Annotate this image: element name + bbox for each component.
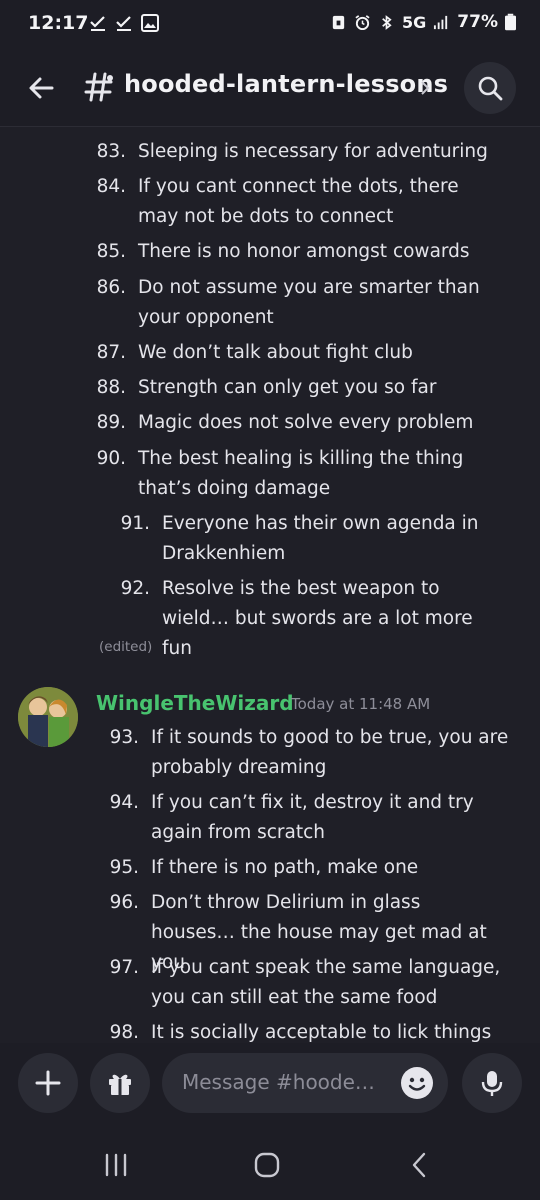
image-icon xyxy=(141,14,159,32)
list-text: If it sounds to good to be true, you are… xyxy=(151,727,509,778)
list-number: 90. xyxy=(96,448,126,469)
emoji-icon[interactable] xyxy=(400,1066,434,1100)
microphone-icon xyxy=(481,1071,503,1096)
list-number: 93. xyxy=(109,727,139,748)
list-text: If you cant connect the dots, there may … xyxy=(138,176,459,227)
network-type: 5G xyxy=(402,12,427,32)
check-icon xyxy=(116,16,131,31)
gift-icon xyxy=(109,1074,131,1095)
chevron-right-icon[interactable] xyxy=(418,79,432,97)
edited-label: (edited) xyxy=(99,639,153,655)
list-number: 86. xyxy=(96,277,126,298)
list-number: 88. xyxy=(96,377,126,398)
list-text: The best healing is killing the thing th… xyxy=(138,448,464,499)
list-number: 91. xyxy=(120,513,150,534)
signal-icon xyxy=(434,15,448,29)
list-text: Sleeping is necessary for adventuring xyxy=(138,141,488,162)
list-text: Everyone has their own agenda in Drakken… xyxy=(162,513,479,564)
list-text: If there is no path, make one xyxy=(151,857,419,878)
list-number: 96. xyxy=(109,892,139,913)
list-number: 92. xyxy=(120,578,150,599)
alarm-icon xyxy=(355,14,370,30)
bluetooth-icon xyxy=(382,14,392,30)
message-timestamp: Today at 11:48 AM xyxy=(291,695,431,713)
system-navigation-bar xyxy=(0,1128,540,1200)
list-number: 87. xyxy=(96,342,126,363)
check-icon xyxy=(90,16,105,31)
home-icon[interactable] xyxy=(252,1150,282,1180)
list-text: Magic does not solve every problem xyxy=(138,412,474,433)
list-text: It is socially acceptable to lick things xyxy=(151,1022,492,1043)
list-number: 95. xyxy=(109,857,139,878)
search-button[interactable] xyxy=(464,62,516,114)
list-number: 85. xyxy=(96,241,126,262)
list-text: There is no honor amongst cowards xyxy=(138,241,470,262)
list-text: Do not assume you are smarter than your … xyxy=(138,277,480,328)
gift-button[interactable] xyxy=(90,1053,150,1113)
search-icon xyxy=(478,76,503,101)
list-text: Resolve is the best weapon to wield… but… xyxy=(162,578,473,659)
list-text: We don’t talk about fight club xyxy=(138,342,413,363)
list-number: 94. xyxy=(109,792,139,813)
channel-header: hooded-lantern-lessons xyxy=(0,52,540,127)
list-text: If you cant speak the same language, you… xyxy=(151,957,501,1008)
message-author[interactable]: WingleTheWizard xyxy=(96,691,294,715)
status-bar: 12:17 5G 77% xyxy=(0,0,540,52)
list-number: 89. xyxy=(96,412,126,433)
list-number: 98. xyxy=(109,1022,139,1043)
list-number: 83. xyxy=(96,141,126,162)
message-list[interactable]: 83. Sleeping is necessary for adventurin… xyxy=(0,127,540,1043)
notification-icons xyxy=(88,13,160,33)
channel-name[interactable]: hooded-lantern-lessons xyxy=(124,70,448,98)
message-placeholder: Message #hoode… xyxy=(182,1070,375,1094)
battery-icon xyxy=(505,13,516,31)
status-time: 12:17 xyxy=(28,12,89,34)
list-number: 84. xyxy=(96,176,126,197)
list-text: If you can’t fix it, destroy it and try … xyxy=(151,792,474,843)
channel-hash-icon xyxy=(84,72,113,102)
lock-icon xyxy=(332,15,345,29)
add-attachment-button[interactable] xyxy=(18,1053,78,1113)
list-number: 97. xyxy=(109,957,139,978)
list-text: Strength can only get you so far xyxy=(138,377,437,398)
back-icon[interactable] xyxy=(405,1150,435,1180)
plus-icon xyxy=(35,1070,61,1096)
message-input[interactable]: Message #hoode… xyxy=(162,1053,448,1113)
recent-apps-icon[interactable] xyxy=(101,1150,131,1180)
back-arrow-icon[interactable] xyxy=(22,68,62,108)
message-composer: Message #hoode… xyxy=(0,1043,540,1128)
system-indicators: 5G 77% xyxy=(330,12,516,32)
battery-percent: 77% xyxy=(457,12,498,32)
avatar-image xyxy=(18,687,78,747)
voice-message-button[interactable] xyxy=(462,1053,522,1113)
avatar[interactable] xyxy=(18,687,78,747)
